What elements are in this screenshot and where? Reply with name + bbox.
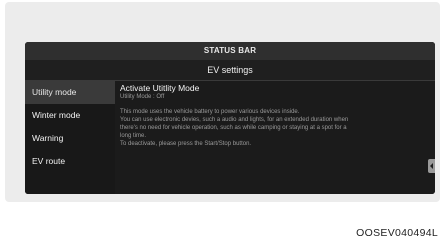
description-line: there's no need for vehicle operation, s… xyxy=(120,125,347,131)
sidebar-item-warning[interactable]: Warning xyxy=(25,127,115,150)
scroll-handle[interactable] xyxy=(428,159,435,173)
activate-utility-mode-option[interactable]: Activate Utitlity Mode xyxy=(120,83,199,93)
description-line: You can use electronic devies, such a au… xyxy=(120,117,349,123)
description-text: This mode uses the vehicle battery to po… xyxy=(120,108,420,148)
chevron-left-icon xyxy=(430,163,433,169)
sidebar-item-utility-mode[interactable]: Utility mode xyxy=(25,81,115,104)
sidebar-item-ev-route[interactable]: EV route xyxy=(25,150,115,173)
figure-caption: OOSEV040494L xyxy=(356,227,438,239)
sidebar-item-winter-mode[interactable]: Winter mode xyxy=(25,104,115,127)
status-bar: STATUS BAR xyxy=(25,42,435,60)
page-title: EV settings xyxy=(25,60,435,81)
utility-mode-status: Utility Mode : Off xyxy=(120,94,165,100)
description-line: This mode uses the vehicle battery to po… xyxy=(120,109,300,115)
description-line: long time. xyxy=(120,133,147,139)
sidebar: Utility mode Winter mode Warning EV rout… xyxy=(25,81,115,194)
content-panel: Activate Utitlity Mode Utility Mode : Of… xyxy=(115,81,435,194)
figure-panel: STATUS BAR EV settings Utility mode Wint… xyxy=(5,2,440,202)
display-screen: STATUS BAR EV settings Utility mode Wint… xyxy=(25,42,435,194)
figure-frame: STATUS BAR EV settings Utility mode Wint… xyxy=(0,0,448,241)
description-line: To deactivate, please press the Start/St… xyxy=(120,141,252,147)
